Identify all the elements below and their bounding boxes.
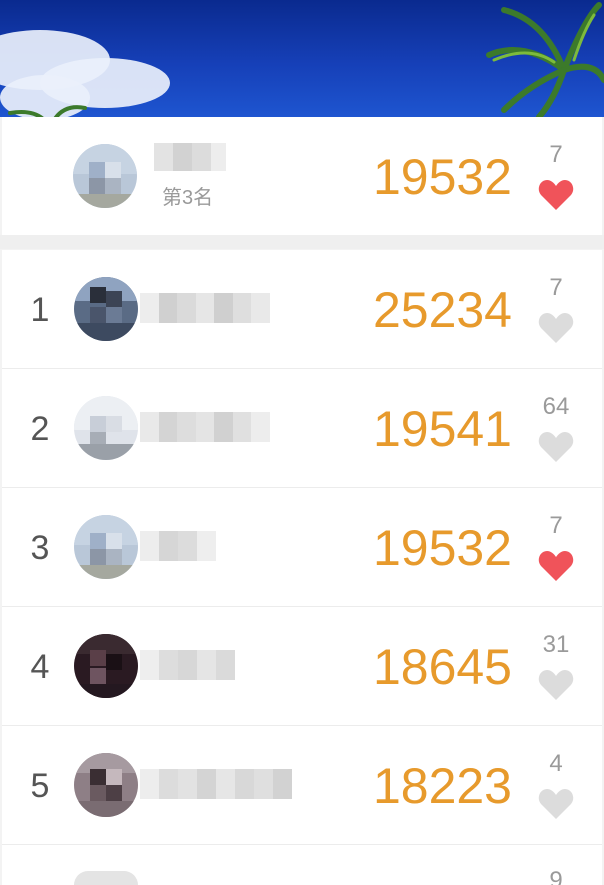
score: 19541: [372, 401, 512, 457]
heart-icon[interactable]: [538, 788, 574, 820]
like-count: 4: [549, 750, 563, 777]
heart-icon[interactable]: [538, 550, 574, 582]
avatar[interactable]: [74, 396, 138, 460]
score: 18223: [372, 758, 512, 814]
rank-number: 1: [30, 291, 50, 329]
list-item[interactable]: 4 18645 31: [2, 607, 602, 726]
heart-icon[interactable]: [538, 179, 574, 211]
username-blurred: [140, 531, 216, 561]
avatar[interactable]: [74, 753, 138, 817]
heart-icon[interactable]: [538, 312, 574, 344]
username-blurred: [154, 143, 226, 171]
my-rank-card[interactable]: 第3名 19532 7: [2, 117, 602, 235]
rank-number: 4: [30, 648, 50, 686]
section-divider: [0, 235, 604, 249]
my-like-count: 7: [549, 141, 563, 168]
rank-number: 2: [30, 410, 50, 448]
ranking-list: 1 25234 7 2 19541 64 3 19532 7 4 18645 3…: [2, 250, 602, 885]
username-blurred: [140, 412, 271, 442]
score: 18645: [372, 639, 512, 695]
avatar[interactable]: [74, 871, 138, 885]
list-item[interactable]: 3 19532 7: [2, 488, 602, 607]
palm-tree-decoration: [486, 2, 604, 117]
like-count: 9: [549, 867, 563, 885]
score: 25234: [372, 282, 512, 338]
list-item[interactable]: 5 18223 4: [2, 726, 602, 845]
avatar[interactable]: [74, 277, 138, 341]
header-banner: [0, 0, 604, 117]
my-score: 19532: [372, 149, 512, 205]
list-item[interactable]: 2 19541 64: [2, 369, 602, 488]
list-item[interactable]: 9: [2, 845, 602, 885]
avatar[interactable]: [73, 144, 137, 208]
username-blurred: [140, 293, 271, 323]
list-item[interactable]: 1 25234 7: [2, 250, 602, 369]
username-blurred: [140, 650, 244, 680]
heart-icon[interactable]: [538, 669, 574, 701]
score: 19532: [372, 520, 512, 576]
avatar[interactable]: [74, 515, 138, 579]
rank-number: 5: [30, 767, 50, 805]
rank-number: 3: [30, 529, 50, 567]
like-count: 7: [549, 512, 563, 539]
username-blurred: [140, 769, 300, 799]
like-count: 31: [542, 631, 570, 658]
heart-icon[interactable]: [538, 431, 574, 463]
my-place-label: 第3名: [162, 187, 214, 209]
palm-tree-decoration: [8, 105, 87, 117]
like-count: 64: [542, 393, 570, 420]
like-count: 7: [549, 274, 563, 301]
avatar[interactable]: [74, 634, 138, 698]
